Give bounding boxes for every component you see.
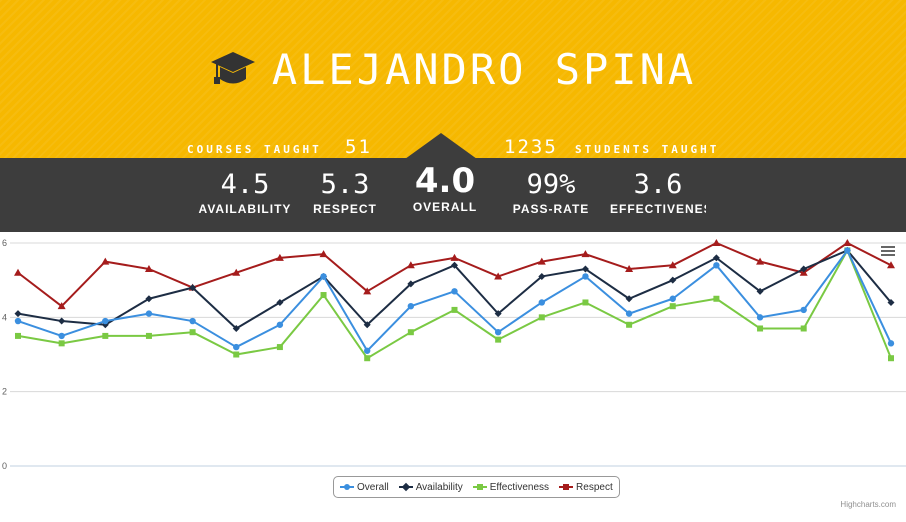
- stat-label: AVAILABILITY: [198, 202, 292, 216]
- legend-label: Effectiveness: [489, 481, 550, 493]
- data-point: [145, 310, 153, 317]
- y-tick-label: 2: [2, 387, 7, 397]
- data-point: [15, 332, 21, 339]
- legend-label: Availability: [415, 481, 463, 493]
- stat-label: OVERALL: [412, 200, 478, 214]
- stat-value: 99%: [526, 169, 576, 200]
- data-point: [451, 306, 458, 313]
- data-point: [756, 314, 764, 321]
- data-point: [538, 314, 545, 321]
- chart-credits[interactable]: Highcharts.com: [840, 500, 896, 509]
- data-point: [669, 276, 677, 284]
- courses-taught-label: COURSES TAUGHT: [187, 143, 322, 156]
- overall-notch: [405, 133, 477, 159]
- data-point: [233, 351, 240, 358]
- data-point: [145, 332, 152, 339]
- stat-pass-rate: 99% PASS-RATE: [508, 169, 594, 217]
- data-point: [844, 247, 851, 254]
- data-point: [102, 332, 109, 339]
- data-point: [14, 268, 22, 276]
- data-point: [757, 325, 764, 332]
- data-point: [800, 306, 807, 314]
- legend-item-respect[interactable]: Respect: [559, 482, 613, 493]
- data-point: [625, 310, 633, 317]
- data-point: [626, 321, 633, 328]
- data-point: [669, 303, 676, 310]
- y-tick-label: 4: [2, 312, 7, 322]
- legend-symbol: [398, 482, 413, 492]
- stat-value: 4.0: [414, 161, 476, 201]
- data-point: [495, 336, 502, 343]
- stat-value: 5.3: [320, 169, 370, 200]
- data-point: [14, 310, 22, 318]
- data-point: [233, 343, 240, 351]
- legend-item-overall[interactable]: Overall: [340, 482, 389, 493]
- data-point: [538, 299, 545, 306]
- data-point: [888, 355, 894, 362]
- data-point: [58, 317, 66, 325]
- data-point: [276, 344, 283, 351]
- data-point: [364, 347, 371, 354]
- chart-legend: Overall Availability Effectiveness Respect: [333, 476, 620, 498]
- data-point: [320, 273, 327, 280]
- data-point: [58, 332, 65, 340]
- legend-item-effectiveness[interactable]: Effectiveness: [472, 481, 550, 493]
- data-point: [364, 355, 371, 362]
- stat-value: 4.5: [220, 169, 270, 200]
- data-point: [669, 295, 676, 302]
- title-area: ALEJANDRO SPINA: [0, 40, 906, 100]
- data-point: [14, 317, 22, 325]
- graduation-cap-icon: [210, 52, 255, 84]
- legend-label: Respect: [576, 481, 613, 493]
- legend-item-availability[interactable]: Availability: [398, 481, 463, 493]
- stat-value: 3.6: [633, 170, 683, 200]
- legend-symbol: [472, 482, 487, 492]
- data-point: [276, 321, 284, 328]
- stat-label: EFFECTIVENES:: [610, 202, 706, 216]
- stat-label: RESPECT: [313, 202, 377, 216]
- data-point: [713, 262, 720, 269]
- legend-label: Overall: [357, 481, 389, 493]
- stat-effectiveness: 3.6 EFFECTIVENES:: [610, 170, 706, 216]
- data-point: [800, 325, 807, 332]
- data-point: [582, 299, 589, 306]
- teacher-name: ALEJANDRO SPINA: [271, 45, 697, 94]
- courses-taught-value: 51: [345, 136, 372, 158]
- data-point: [189, 317, 196, 325]
- data-point: [58, 340, 65, 347]
- data-point: [582, 273, 589, 280]
- data-point: [887, 340, 895, 347]
- data-point: [189, 329, 196, 336]
- students-taught-label: STUDENTS TAUGHT: [575, 143, 720, 156]
- stat-respect: 5.3 RESPECT: [305, 169, 385, 217]
- stats-bar: 4.5 AVAILABILITY 5.3 RESPECT 4.0 OVERALL…: [0, 158, 906, 232]
- data-point: [494, 329, 502, 336]
- legend-symbol: [340, 482, 354, 492]
- data-point: [320, 292, 327, 299]
- data-point: [407, 329, 414, 336]
- data-point: [407, 302, 415, 310]
- data-point: [713, 295, 720, 302]
- data-point: [451, 288, 458, 295]
- stat-availability: 4.5 AVAILABILITY: [195, 169, 295, 217]
- stat-label: PASS-RATE: [512, 202, 590, 216]
- chart-menu-icon[interactable]: [881, 244, 895, 258]
- data-point: [102, 317, 109, 325]
- y-tick-label: 6: [2, 238, 7, 248]
- y-tick-label: 0: [2, 461, 7, 471]
- students-taught-value: 1235: [504, 136, 558, 158]
- legend-symbol: [559, 482, 574, 492]
- stat-overall: 4.0 OVERALL: [405, 164, 485, 214]
